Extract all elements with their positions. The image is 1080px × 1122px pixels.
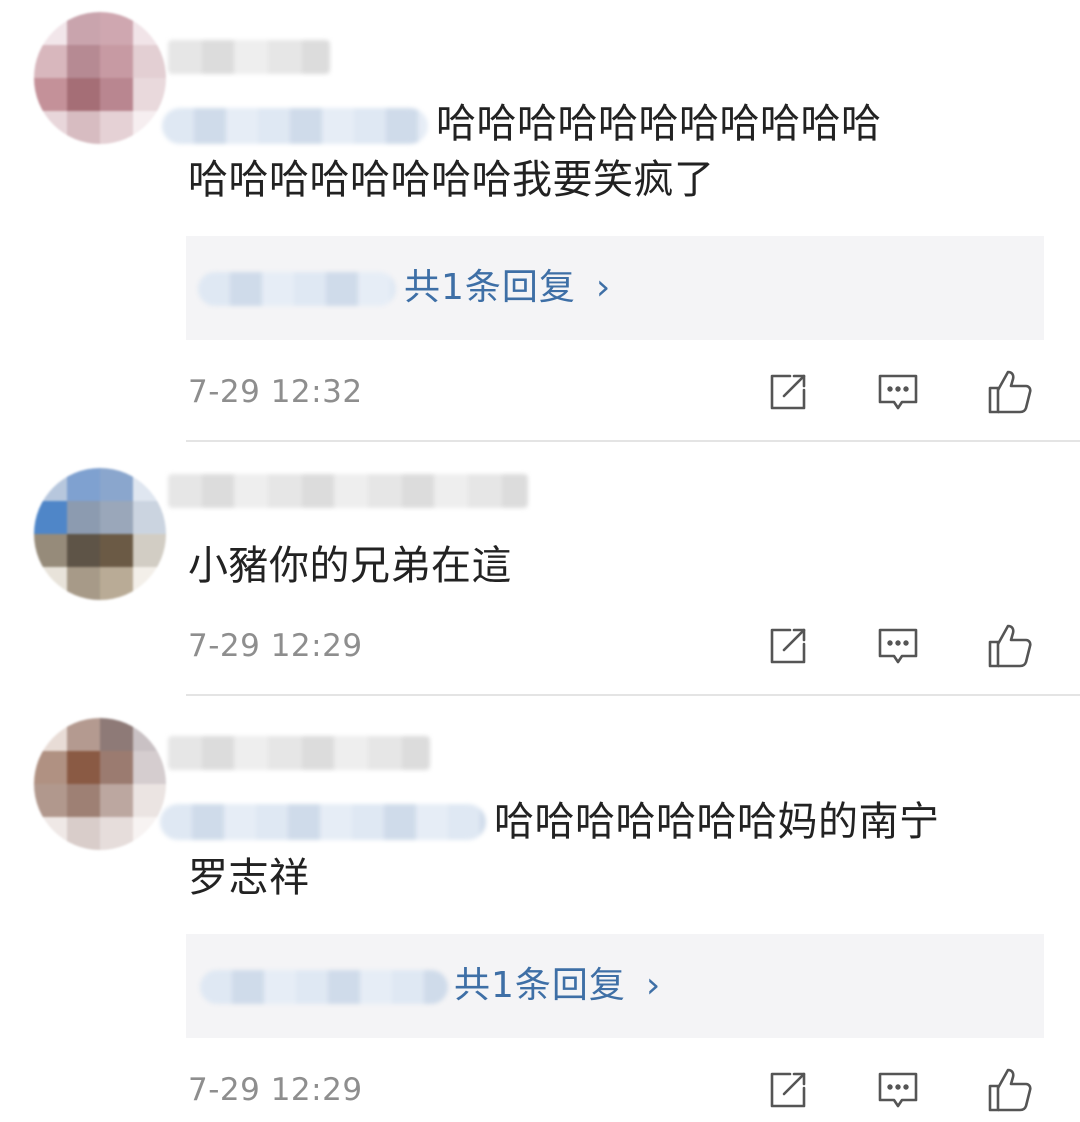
avatar-pixel [34, 784, 67, 817]
avatar-pixel [100, 45, 133, 78]
comment-text-line1: 哈哈哈哈哈哈哈哈哈哈哈 [436, 101, 882, 147]
avatar-pixel [67, 12, 100, 45]
avatar-pixel [100, 534, 133, 567]
avatar-pixel [100, 78, 133, 111]
avatar-pixel [133, 45, 166, 78]
comment-item: 哈哈哈哈哈哈哈哈哈哈哈 哈哈哈哈哈哈哈哈我要笑疯了 共1条回复 › 7-29 12… [0, 0, 1080, 442]
avatar-pixel [67, 468, 100, 501]
avatar-pixel [67, 817, 100, 850]
avatar-pixel [100, 718, 133, 751]
avatar-pixel [133, 784, 166, 817]
repost-icon[interactable] [760, 364, 816, 420]
comment-text-line2: 哈哈哈哈哈哈哈哈我要笑疯了 [188, 157, 715, 203]
comment-meta: 7-29 12:32 [186, 364, 1046, 420]
avatar-pixel [100, 501, 133, 534]
comment-meta: 7-29 12:29 [186, 1062, 1046, 1118]
reply-count-link[interactable]: 共1条回复 › [404, 266, 611, 310]
timestamp: 7-29 12:29 [188, 628, 363, 664]
comment-text-line2: 罗志祥 [188, 855, 310, 901]
avatar-pixel [67, 567, 100, 600]
avatar-pixel [67, 78, 100, 111]
chevron-right-icon: › [595, 267, 612, 308]
avatar-pixel [100, 111, 133, 144]
avatar-pixel [34, 78, 67, 111]
avatar[interactable] [34, 12, 166, 144]
avatar-pixel [34, 12, 67, 45]
avatar-pixel [34, 718, 67, 751]
comment-text: 哈哈哈哈哈哈哈哈哈哈哈 哈哈哈哈哈哈哈哈我要笑疯了 [188, 96, 1028, 208]
avatar-pixel [133, 78, 166, 111]
reply-preview[interactable]: 共1条回复 › [186, 236, 1044, 340]
comment-text: 哈哈哈哈哈哈哈妈的南宁 罗志祥 [188, 794, 1028, 906]
comment-text: 小豬你的兄弟在這 [188, 543, 512, 589]
reply-count-link[interactable]: 共1条回复 › [454, 964, 661, 1008]
avatar-pixel [67, 718, 100, 751]
comment-item: 哈哈哈哈哈哈哈妈的南宁 罗志祥 共1条回复 › 7-29 12:29 [0, 696, 1080, 1112]
comment-meta: 7-29 12:29 [186, 618, 1046, 674]
avatar-pixel [133, 751, 166, 784]
repost-icon[interactable] [760, 1062, 816, 1118]
avatar-pixel [133, 501, 166, 534]
reply-count-text: 共1条回复 [404, 267, 576, 308]
thumbs-up-icon[interactable] [982, 1062, 1038, 1118]
comment-icon[interactable] [870, 364, 926, 420]
thumbs-up-icon[interactable] [982, 364, 1038, 420]
avatar-pixel [67, 784, 100, 817]
avatar-pixel [34, 468, 67, 501]
avatar-pixel [67, 501, 100, 534]
avatar-pixel [67, 534, 100, 567]
avatar-pixel [100, 817, 133, 850]
comment-text-line1: 哈哈哈哈哈哈哈妈的南宁 [494, 799, 940, 845]
avatar-pixel [133, 111, 166, 144]
reply-preview[interactable]: 共1条回复 › [186, 934, 1044, 1038]
avatar-pixel [67, 111, 100, 144]
avatar-pixel [133, 468, 166, 501]
avatar-pixel [67, 45, 100, 78]
avatar[interactable] [34, 718, 166, 850]
comment-icon[interactable] [870, 618, 926, 674]
username-blurred[interactable] [168, 736, 430, 770]
avatar-pixel [133, 534, 166, 567]
avatar-pixel [34, 567, 67, 600]
avatar-pixel [67, 751, 100, 784]
chevron-right-icon: › [645, 965, 662, 1006]
avatar-pixel [133, 718, 166, 751]
avatar-pixel [133, 12, 166, 45]
avatar[interactable] [34, 468, 166, 600]
avatar-pixel [34, 534, 67, 567]
avatar-pixel [34, 501, 67, 534]
comment-icon[interactable] [870, 1062, 926, 1118]
username-blurred[interactable] [168, 40, 330, 74]
timestamp: 7-29 12:32 [188, 374, 363, 410]
avatar-pixel [100, 12, 133, 45]
reply-count-text: 共1条回复 [454, 965, 626, 1006]
avatar-pixel [133, 567, 166, 600]
thumbs-up-icon[interactable] [982, 618, 1038, 674]
reply-user-blurred [198, 272, 396, 306]
avatar-pixel [34, 45, 67, 78]
timestamp: 7-29 12:29 [188, 1072, 363, 1108]
avatar-pixel [34, 817, 67, 850]
avatar-pixel [34, 751, 67, 784]
username-blurred[interactable] [168, 474, 528, 508]
reply-user-blurred [200, 970, 448, 1004]
repost-icon[interactable] [760, 618, 816, 674]
avatar-pixel [100, 468, 133, 501]
comment-item: 小豬你的兄弟在這 7-29 12:29 [0, 442, 1080, 696]
avatar-pixel [100, 567, 133, 600]
avatar-pixel [100, 751, 133, 784]
avatar-pixel [34, 111, 67, 144]
avatar-pixel [100, 784, 133, 817]
